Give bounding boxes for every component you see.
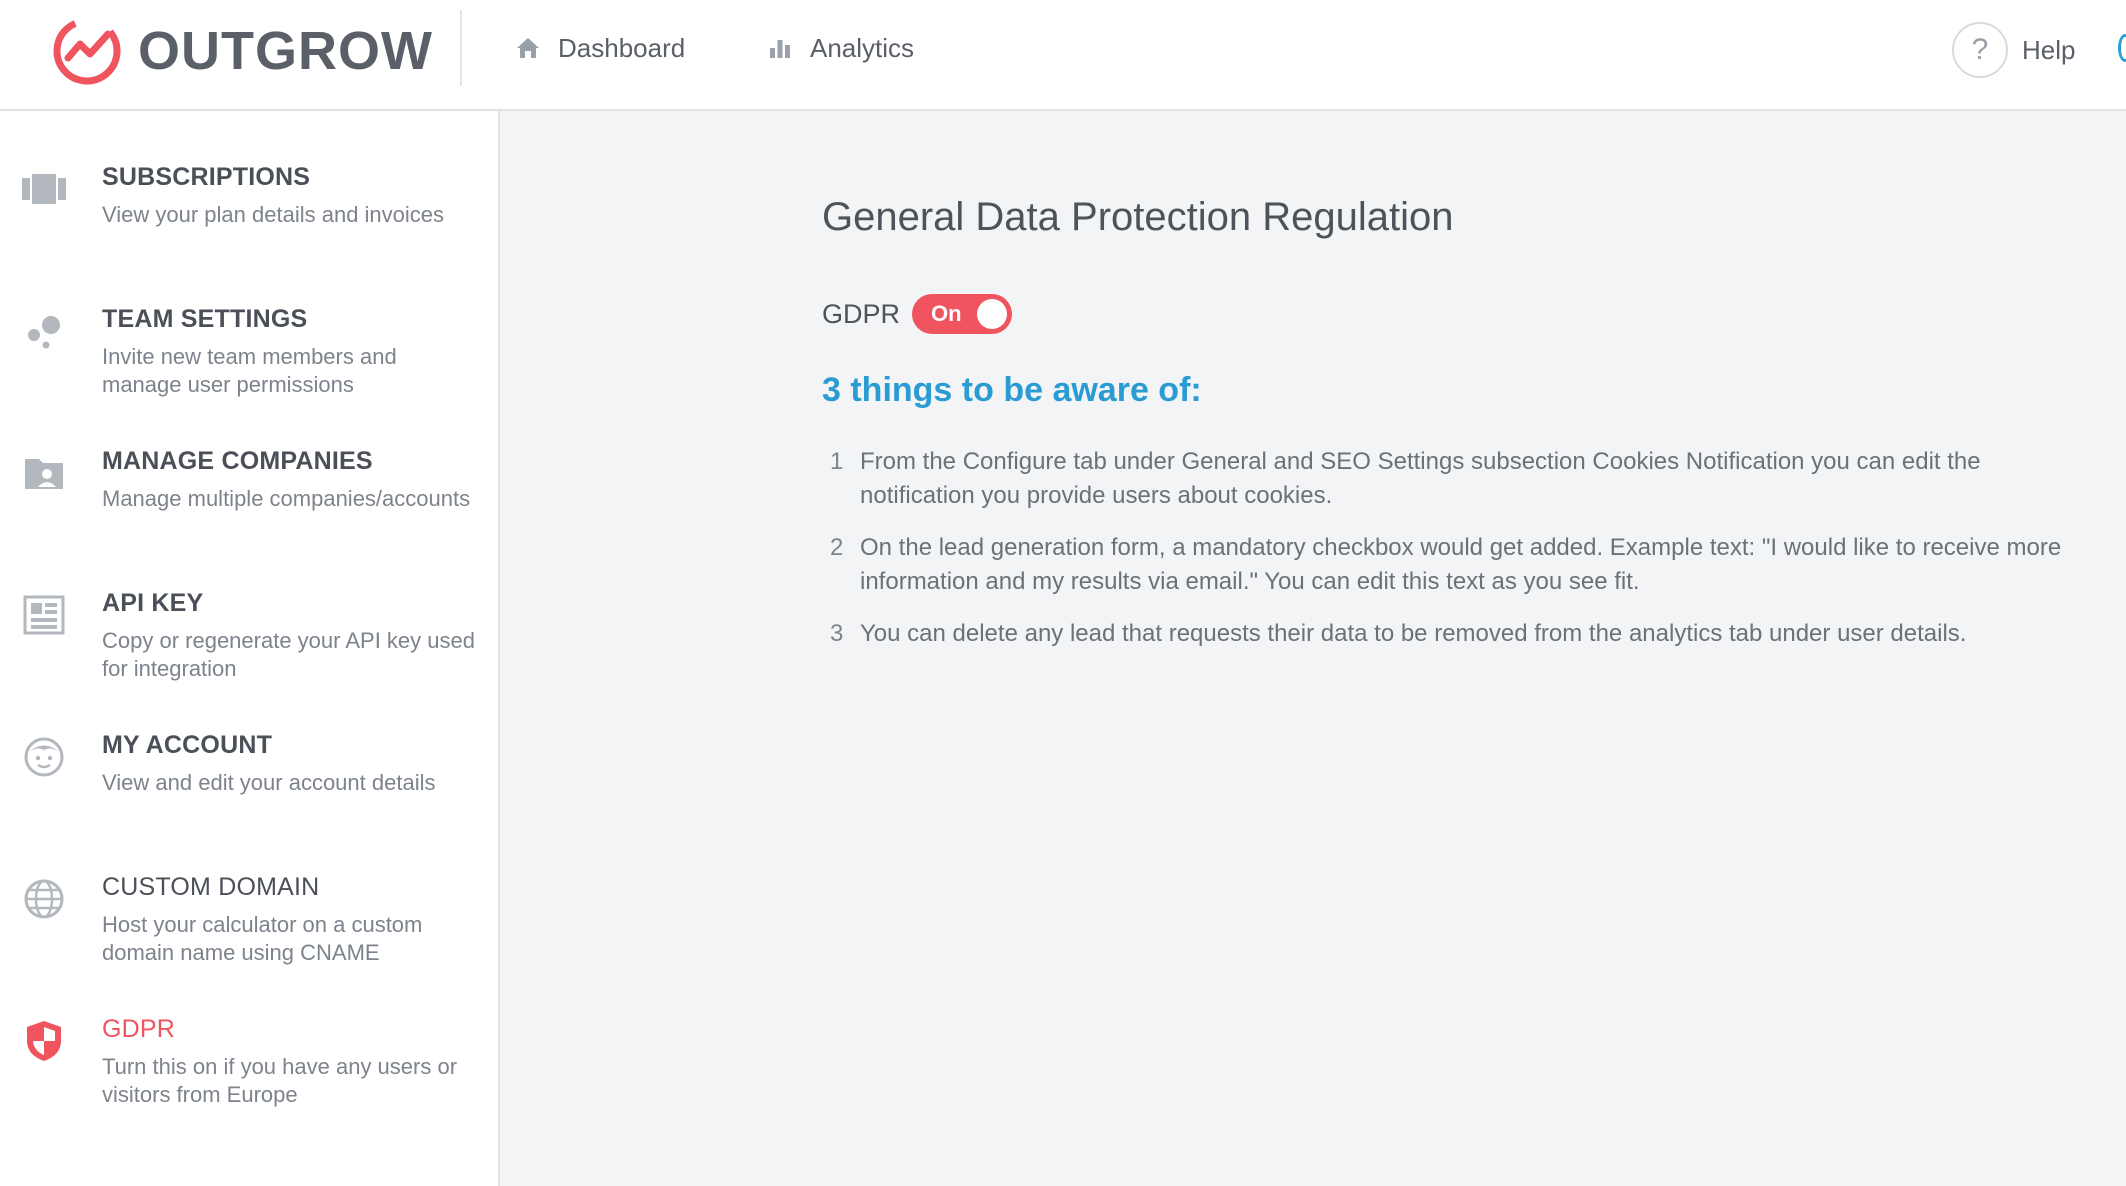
- sidebar-item-title: SUBSCRIPTIONS: [102, 163, 311, 191]
- sidebar-item-custom-domain[interactable]: CUSTOM DOMAIN Host your calculator on a …: [0, 873, 496, 1003]
- brand-name: OUTGROW: [138, 21, 433, 81]
- list-item-number: 3: [830, 620, 844, 647]
- outgrow-logo-icon: [53, 17, 121, 85]
- list-item-text: On the lead generation form, a mandatory…: [860, 534, 2062, 595]
- aware-heading: 3 things to be aware of:: [822, 371, 1202, 409]
- sidebar-item-desc: Host your calculator on a custom domain …: [102, 912, 423, 965]
- outgrow-logo[interactable]: OUTGROW: [50, 14, 433, 88]
- list-item-text: From the Configure tab under General and…: [860, 448, 1981, 509]
- sidebar-item-desc: Copy or regenerate your API key used for…: [102, 628, 475, 681]
- user-face-icon: [22, 735, 66, 779]
- shield-icon: [22, 1019, 66, 1063]
- gdpr-label: GDPR: [822, 298, 901, 329]
- top-header: OUTGROW Dashboard Analytics ? Help: [0, 0, 2126, 111]
- list-item: 1 From the Configure tab under General a…: [822, 445, 2102, 513]
- list-item: 3 You can delete any lead that requests …: [822, 617, 2102, 651]
- list-item-number: 1: [830, 448, 844, 475]
- sidebar-item-desc: View and edit your account details: [102, 770, 436, 795]
- user-avatar-edge[interactable]: [2118, 34, 2126, 62]
- sidebar-item-desc: Invite new team members and manage user …: [102, 344, 397, 397]
- sidebar-item-title: TEAM SETTINGS: [102, 305, 308, 333]
- nav-dashboard-label: Dashboard: [558, 32, 686, 63]
- sidebar-item-my-account[interactable]: MY ACCOUNT View and edit your account de…: [0, 731, 496, 861]
- sidebar-item-api-key[interactable]: API KEY Copy or regenerate your API key …: [0, 589, 496, 719]
- sidebar-item-gdpr[interactable]: GDPR Turn this on if you have any users …: [0, 1015, 496, 1145]
- nav-analytics-label: Analytics: [810, 32, 915, 63]
- sidebar-item-team-settings[interactable]: TEAM SETTINGS Invite new team members an…: [0, 305, 496, 435]
- sidebar-item-desc: Turn this on if you have any users or vi…: [102, 1054, 458, 1107]
- sidebar-item-title: API KEY: [102, 589, 204, 617]
- gdpr-toggle-row: GDPR On: [822, 293, 1013, 335]
- home-icon: [514, 34, 542, 62]
- toggle-knob: [977, 299, 1008, 329]
- sidebar-item-manage-companies[interactable]: MANAGE COMPANIES Manage multiple compani…: [0, 447, 496, 577]
- main-content: General Data Protection Regulation GDPR …: [500, 111, 2126, 1186]
- list-item-text: You can delete any lead that requests th…: [860, 620, 1967, 647]
- sidebar-item-subscriptions[interactable]: SUBSCRIPTIONS View your plan details and…: [0, 163, 496, 293]
- help-icon: ?: [1952, 22, 2008, 78]
- help-button[interactable]: ? Help: [1952, 22, 2075, 78]
- sidebar-item-title: CUSTOM DOMAIN: [102, 873, 320, 901]
- page-title: General Data Protection Regulation: [822, 195, 1454, 239]
- help-label: Help: [2022, 34, 2076, 65]
- sidebar-item-title: GDPR: [102, 1015, 176, 1043]
- sidebar-item-title: MY ACCOUNT: [102, 731, 273, 759]
- sidebar-item-desc: View your plan details and invoices: [102, 202, 445, 227]
- sidebar-item-title: MANAGE COMPANIES: [102, 447, 373, 475]
- list-item: 2 On the lead generation form, a mandato…: [822, 531, 2102, 599]
- bar-chart-icon: [766, 34, 794, 62]
- list-item-number: 2: [830, 534, 844, 561]
- company-folder-icon: [22, 451, 66, 495]
- team-icon: [22, 309, 66, 353]
- nav-analytics[interactable]: Analytics: [766, 26, 914, 70]
- gdpr-toggle[interactable]: On: [912, 294, 1013, 334]
- things-list: 1 From the Configure tab under General a…: [822, 445, 2102, 669]
- nav-dashboard[interactable]: Dashboard: [514, 26, 685, 70]
- settings-sidebar: SUBSCRIPTIONS View your plan details and…: [0, 111, 500, 1186]
- header-divider: [460, 10, 462, 86]
- api-key-icon: [22, 593, 66, 637]
- sidebar-item-desc: Manage multiple companies/accounts: [102, 486, 471, 511]
- globe-icon: [22, 877, 66, 921]
- toggle-state-text: On: [931, 301, 962, 326]
- subscriptions-icon: [22, 167, 66, 211]
